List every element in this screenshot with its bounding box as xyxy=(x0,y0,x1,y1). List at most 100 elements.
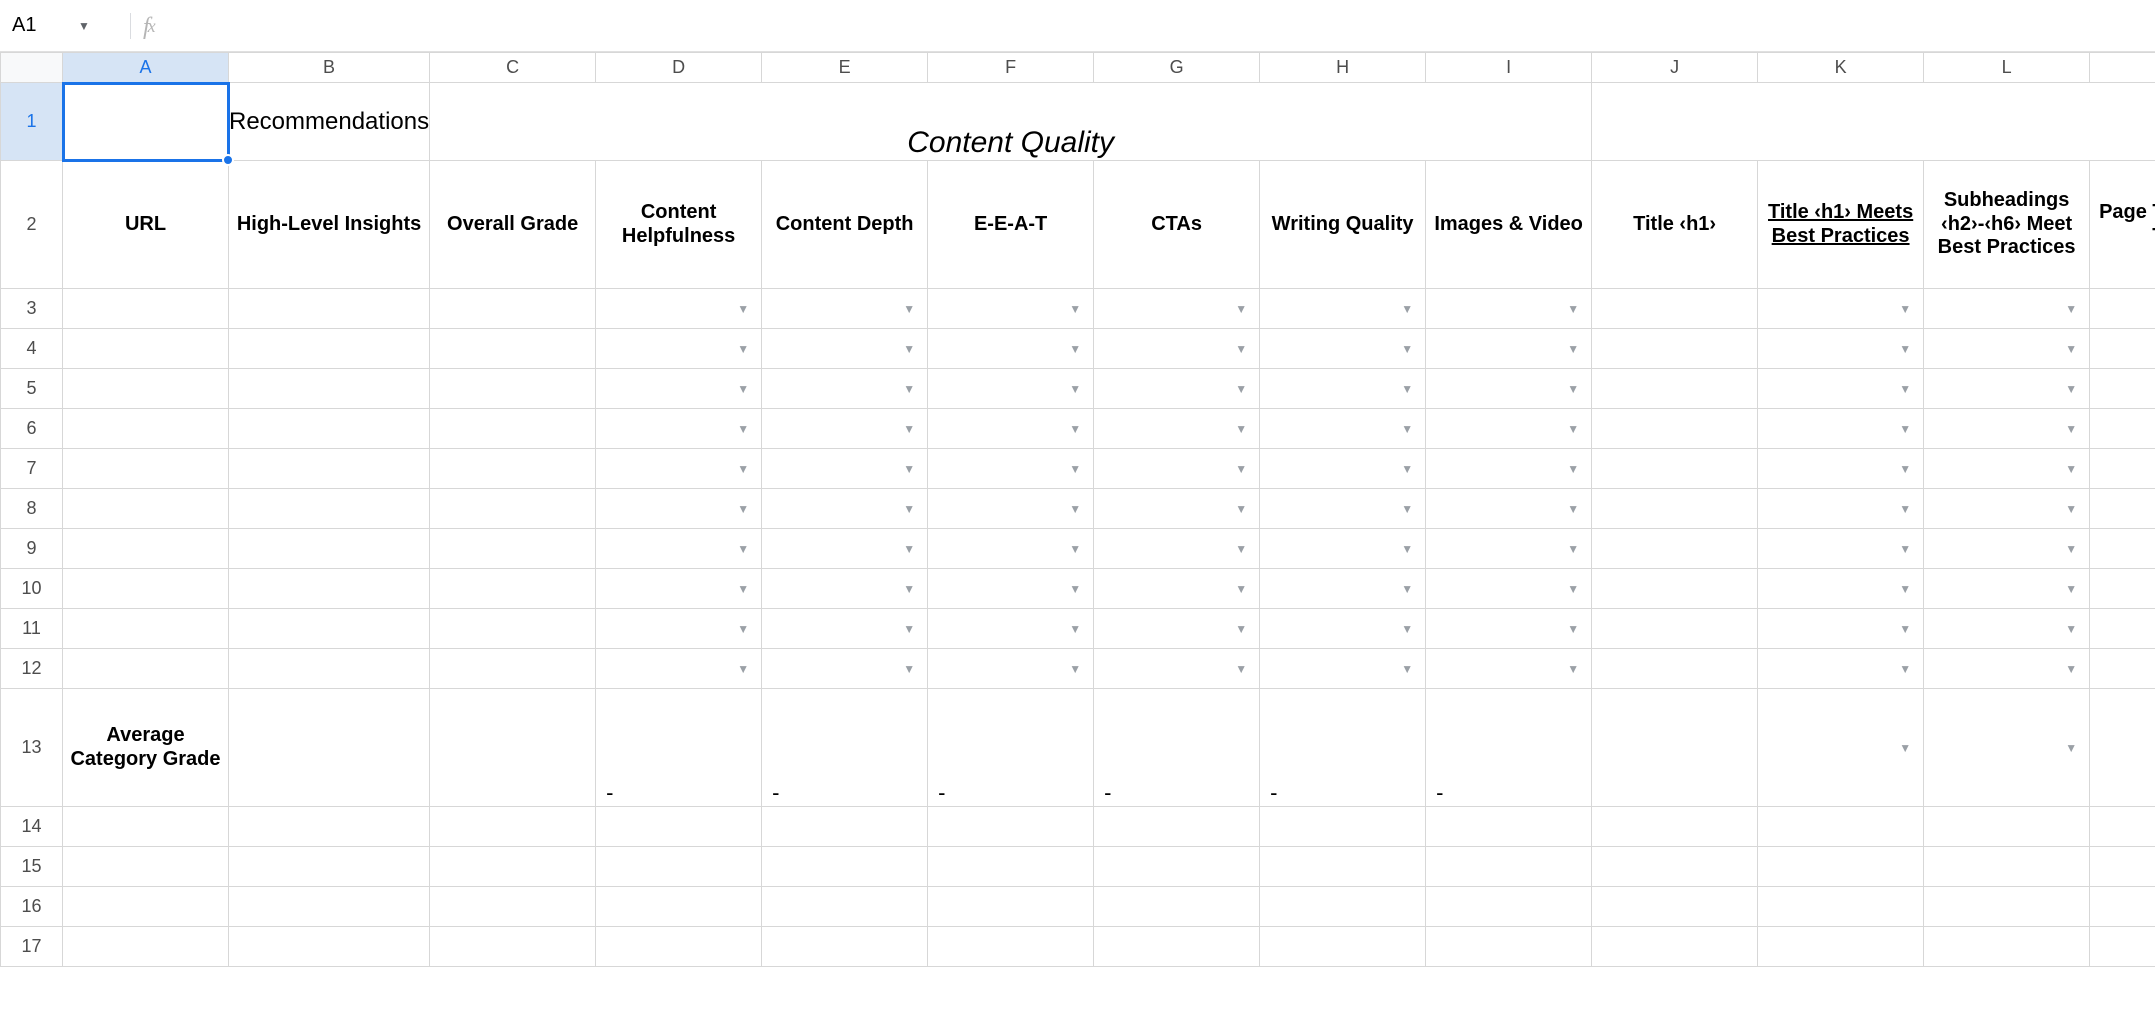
cell-G5[interactable]: ▼ xyxy=(1094,369,1260,409)
cell-L7[interactable]: ▼ xyxy=(1924,449,2090,489)
cell-G10[interactable]: ▼ xyxy=(1094,569,1260,609)
chevron-down-icon[interactable]: ▼ xyxy=(1069,302,1081,316)
cell-B1[interactable]: Recommendations xyxy=(229,83,430,161)
cell-A4[interactable] xyxy=(63,329,229,369)
chevron-down-icon[interactable]: ▼ xyxy=(78,19,90,33)
cell-A15[interactable] xyxy=(63,847,229,887)
cell-D8[interactable]: ▼ xyxy=(596,489,762,529)
cell-B7[interactable] xyxy=(229,449,430,489)
cell-J13[interactable] xyxy=(1592,689,1758,807)
cell-D4[interactable]: ▼ xyxy=(596,329,762,369)
cell-L2[interactable]: Subheadings ‹h2›-‹h6› Meet Best Practice… xyxy=(1924,161,2090,289)
cell-F13[interactable]: - xyxy=(928,689,1094,807)
cell-D7[interactable]: ▼ xyxy=(596,449,762,489)
chevron-down-icon[interactable]: ▼ xyxy=(1899,422,1911,436)
cell-D13[interactable]: - xyxy=(596,689,762,807)
cell-H15[interactable] xyxy=(1260,847,1426,887)
chevron-down-icon[interactable]: ▼ xyxy=(1401,302,1413,316)
chevron-down-icon[interactable]: ▼ xyxy=(737,662,749,676)
cell-I12[interactable]: ▼ xyxy=(1426,649,1592,689)
cell-H8[interactable]: ▼ xyxy=(1260,489,1426,529)
cell-D2[interactable]: Content Helpfulness xyxy=(596,161,762,289)
chevron-down-icon[interactable]: ▼ xyxy=(1069,422,1081,436)
chevron-down-icon[interactable]: ▼ xyxy=(1069,662,1081,676)
cell-F11[interactable]: ▼ xyxy=(928,609,1094,649)
cell-M10[interactable] xyxy=(2090,569,2155,609)
cell-H13[interactable]: - xyxy=(1260,689,1426,807)
row-header-10[interactable]: 10 xyxy=(1,569,63,609)
cell-F15[interactable] xyxy=(928,847,1094,887)
chevron-down-icon[interactable]: ▼ xyxy=(903,582,915,596)
row-header-13[interactable]: 13 xyxy=(1,689,63,807)
cell-G6[interactable]: ▼ xyxy=(1094,409,1260,449)
cell-F3[interactable]: ▼ xyxy=(928,289,1094,329)
row-header-2[interactable]: 2 xyxy=(1,161,63,289)
cell-J7[interactable] xyxy=(1592,449,1758,489)
cell-G12[interactable]: ▼ xyxy=(1094,649,1260,689)
cell-G11[interactable]: ▼ xyxy=(1094,609,1260,649)
cell-M15[interactable] xyxy=(2090,847,2155,887)
cell-D14[interactable] xyxy=(596,807,762,847)
chevron-down-icon[interactable]: ▼ xyxy=(1899,582,1911,596)
cell-L12[interactable]: ▼ xyxy=(1924,649,2090,689)
cell-E13[interactable]: - xyxy=(762,689,928,807)
chevron-down-icon[interactable]: ▼ xyxy=(903,382,915,396)
spreadsheet-grid[interactable]: A B C D E F G H I J K L M 1 Recommendati… xyxy=(0,52,2155,1007)
col-header-H[interactable]: H xyxy=(1260,53,1426,83)
chevron-down-icon[interactable]: ▼ xyxy=(1401,662,1413,676)
chevron-down-icon[interactable]: ▼ xyxy=(1567,382,1579,396)
cell-M3[interactable] xyxy=(2090,289,2155,329)
cell-E2[interactable]: Content Depth xyxy=(762,161,928,289)
cell-A17[interactable] xyxy=(63,927,229,967)
cell-B11[interactable] xyxy=(229,609,430,649)
cell-C12[interactable] xyxy=(430,649,596,689)
cell-F10[interactable]: ▼ xyxy=(928,569,1094,609)
col-header-I[interactable]: I xyxy=(1426,53,1592,83)
cell-I9[interactable]: ▼ xyxy=(1426,529,1592,569)
cell-B4[interactable] xyxy=(229,329,430,369)
cell-B10[interactable] xyxy=(229,569,430,609)
chevron-down-icon[interactable]: ▼ xyxy=(903,422,915,436)
cell-C16[interactable] xyxy=(430,887,596,927)
cell-D17[interactable] xyxy=(596,927,762,967)
chevron-down-icon[interactable]: ▼ xyxy=(737,382,749,396)
cell-C8[interactable] xyxy=(430,489,596,529)
chevron-down-icon[interactable]: ▼ xyxy=(903,542,915,556)
col-header-G[interactable]: G xyxy=(1094,53,1260,83)
cell-K7[interactable]: ▼ xyxy=(1758,449,1924,489)
cell-M7[interactable] xyxy=(2090,449,2155,489)
cell-A12[interactable] xyxy=(63,649,229,689)
row-header-16[interactable]: 16 xyxy=(1,887,63,927)
chevron-down-icon[interactable]: ▼ xyxy=(2065,462,2077,476)
cell-A2[interactable]: URL xyxy=(63,161,229,289)
cell-B15[interactable] xyxy=(229,847,430,887)
cell-K17[interactable] xyxy=(1758,927,1924,967)
cell-B6[interactable] xyxy=(229,409,430,449)
cell-I15[interactable] xyxy=(1426,847,1592,887)
cell-J15[interactable] xyxy=(1592,847,1758,887)
cell-H17[interactable] xyxy=(1260,927,1426,967)
chevron-down-icon[interactable]: ▼ xyxy=(2065,622,2077,636)
cell-M2[interactable]: Page Title (Title Tag) xyxy=(2090,161,2155,289)
cell-E11[interactable]: ▼ xyxy=(762,609,928,649)
chevron-down-icon[interactable]: ▼ xyxy=(737,422,749,436)
cell-C6[interactable] xyxy=(430,409,596,449)
cell-M5[interactable] xyxy=(2090,369,2155,409)
chevron-down-icon[interactable]: ▼ xyxy=(1401,502,1413,516)
cell-C17[interactable] xyxy=(430,927,596,967)
chevron-down-icon[interactable]: ▼ xyxy=(1567,502,1579,516)
cell-F7[interactable]: ▼ xyxy=(928,449,1094,489)
chevron-down-icon[interactable]: ▼ xyxy=(1899,622,1911,636)
chevron-down-icon[interactable]: ▼ xyxy=(737,302,749,316)
cell-A9[interactable] xyxy=(63,529,229,569)
cell-H16[interactable] xyxy=(1260,887,1426,927)
chevron-down-icon[interactable]: ▼ xyxy=(1235,302,1247,316)
cell-A14[interactable] xyxy=(63,807,229,847)
cell-K6[interactable]: ▼ xyxy=(1758,409,1924,449)
cell-H2[interactable]: Writing Quality xyxy=(1260,161,1426,289)
cell-D10[interactable]: ▼ xyxy=(596,569,762,609)
cell-K2[interactable]: Title ‹h1› Meets Best Practices xyxy=(1758,161,1924,289)
chevron-down-icon[interactable]: ▼ xyxy=(1401,342,1413,356)
chevron-down-icon[interactable]: ▼ xyxy=(1235,502,1247,516)
cell-F14[interactable] xyxy=(928,807,1094,847)
